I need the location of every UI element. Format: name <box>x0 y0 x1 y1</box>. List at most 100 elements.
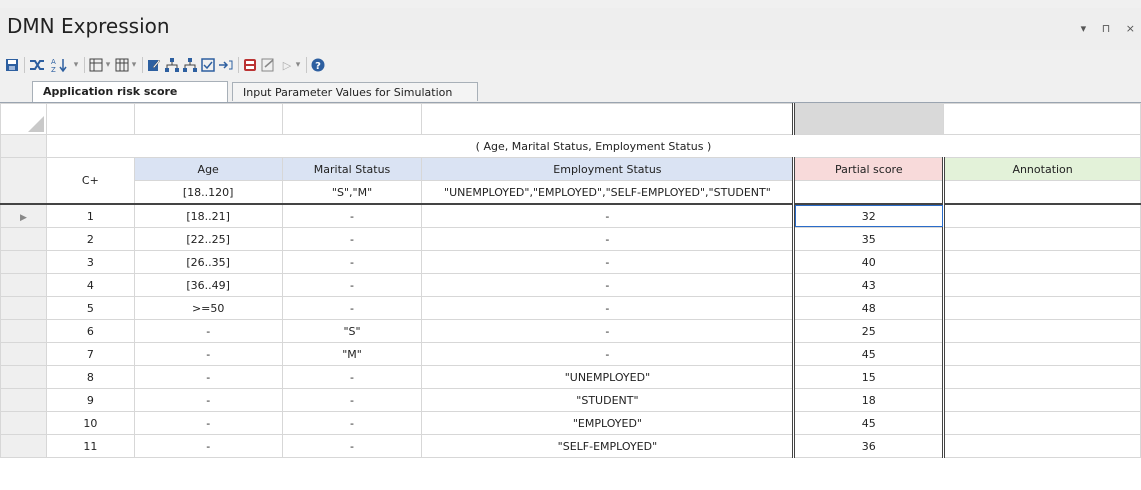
row-header[interactable] <box>0 319 47 343</box>
cell-age[interactable]: [36..49] <box>133 273 283 297</box>
cell-annotation[interactable] <box>942 365 1141 389</box>
cell-partial-score[interactable]: 18 <box>792 388 945 412</box>
table-row[interactable]: 2 [22..25] - - 35 <box>0 227 1141 251</box>
column-header-selected[interactable] <box>792 103 945 135</box>
cell-annotation[interactable] <box>942 388 1141 412</box>
connect-icon[interactable] <box>218 56 234 74</box>
table-row[interactable]: 5 >=50 - - 48 <box>0 296 1141 320</box>
input-expression[interactable]: ( Age, Marital Status, Employment Status… <box>45 134 1141 158</box>
row-header[interactable] <box>0 157 47 205</box>
cell-annotation[interactable] <box>942 227 1141 251</box>
cell-partial-score[interactable]: 43 <box>792 273 945 297</box>
cell-employment-status[interactable]: - <box>421 203 795 228</box>
cell-marital-status[interactable]: "M" <box>281 342 423 366</box>
save-icon[interactable] <box>4 56 20 74</box>
row-header[interactable] <box>0 342 47 366</box>
select-all-corner[interactable] <box>0 103 47 135</box>
cell-marital-status[interactable]: - <box>281 388 423 412</box>
cell-employment-status[interactable]: "UNEMPLOYED" <box>421 365 795 389</box>
hit-policy[interactable]: C+ <box>45 157 135 205</box>
play-icon[interactable]: ▷ <box>280 56 294 74</box>
chevron-down-icon[interactable]: ▾ <box>104 56 112 74</box>
chevron-down-icon[interactable]: ▾ <box>130 56 138 74</box>
input-header-employment-status[interactable]: Employment Status <box>421 157 795 181</box>
cell-partial-score[interactable]: 36 <box>792 434 945 458</box>
allowed-values-employment-status[interactable]: "UNEMPLOYED","EMPLOYED","SELF-EMPLOYED",… <box>421 180 795 205</box>
column-header[interactable] <box>943 103 1141 135</box>
column-header[interactable] <box>45 103 135 135</box>
shuffle-icon[interactable] <box>28 56 46 74</box>
cell-age[interactable]: - <box>133 434 283 458</box>
output-header-partial-score[interactable]: Partial score <box>792 157 945 181</box>
annotation-header[interactable]: Annotation <box>942 157 1141 181</box>
row-header[interactable] <box>0 365 47 389</box>
cell-age[interactable]: - <box>133 319 283 343</box>
cell-partial-score[interactable]: 25 <box>792 319 945 343</box>
input-header-age[interactable]: Age <box>133 157 283 181</box>
table-row[interactable]: 10 - - "EMPLOYED" 45 <box>0 411 1141 435</box>
cell-employment-status[interactable]: - <box>421 273 795 297</box>
cell-marital-status[interactable]: - <box>281 273 423 297</box>
chevron-down-icon[interactable]: ▾ <box>294 56 302 74</box>
cell-partial-score[interactable]: 32 <box>792 203 945 228</box>
cell-marital-status[interactable]: - <box>281 250 423 274</box>
cell-age[interactable]: - <box>133 411 283 435</box>
checklist-icon[interactable] <box>200 56 216 74</box>
insert-column-icon[interactable] <box>114 56 130 74</box>
row-header[interactable] <box>0 411 47 435</box>
table-row[interactable]: 6 - "S" - 25 <box>0 319 1141 343</box>
hierarchy-icon[interactable] <box>164 56 180 74</box>
cell-employment-status[interactable]: - <box>421 296 795 320</box>
table-row[interactable]: 11 - - "SELF-EMPLOYED" 36 <box>0 434 1141 458</box>
row-header[interactable] <box>0 273 47 297</box>
sort-az-icon[interactable]: AZ <box>50 56 72 74</box>
column-header[interactable] <box>421 103 795 135</box>
cell-annotation[interactable] <box>942 296 1141 320</box>
cell-employment-status[interactable]: "EMPLOYED" <box>421 411 795 435</box>
chevron-down-icon[interactable]: ▾ <box>72 56 80 74</box>
cell-age[interactable]: - <box>133 365 283 389</box>
cell-marital-status[interactable]: "S" <box>281 319 423 343</box>
annotation-values[interactable] <box>942 180 1141 205</box>
hierarchy-alt-icon[interactable] <box>182 56 198 74</box>
cell-annotation[interactable] <box>942 273 1141 297</box>
column-header[interactable] <box>281 103 423 135</box>
allowed-values-partial-score[interactable] <box>792 180 945 205</box>
cell-marital-status[interactable]: - <box>281 365 423 389</box>
input-header-marital-status[interactable]: Marital Status <box>281 157 423 181</box>
cell-marital-status[interactable]: - <box>281 203 423 228</box>
cell-partial-score[interactable]: 15 <box>792 365 945 389</box>
cell-employment-status[interactable]: - <box>421 342 795 366</box>
cell-age[interactable]: - <box>133 342 283 366</box>
cell-annotation[interactable] <box>942 203 1141 228</box>
validate-icon[interactable] <box>260 56 276 74</box>
cell-partial-score[interactable]: 45 <box>792 342 945 366</box>
simulation-icon[interactable] <box>242 56 258 74</box>
edit-icon[interactable] <box>146 56 162 74</box>
row-header[interactable] <box>0 296 47 320</box>
cell-employment-status[interactable]: "SELF-EMPLOYED" <box>421 434 795 458</box>
help-icon[interactable]: ? <box>310 56 326 74</box>
window-controls[interactable]: ▾ ⊓ × <box>1081 22 1141 35</box>
cell-employment-status[interactable]: - <box>421 319 795 343</box>
cell-annotation[interactable] <box>942 434 1141 458</box>
cell-partial-score[interactable]: 40 <box>792 250 945 274</box>
cell-annotation[interactable] <box>942 411 1141 435</box>
cell-annotation[interactable] <box>942 319 1141 343</box>
table-row[interactable]: 3 [26..35] - - 40 <box>0 250 1141 274</box>
cell-marital-status[interactable]: - <box>281 227 423 251</box>
tab-application-risk-score-model[interactable]: Application risk score model <box>32 81 228 117</box>
row-header[interactable] <box>0 134 47 158</box>
table-row[interactable]: 9 - - "STUDENT" 18 <box>0 388 1141 412</box>
column-header[interactable] <box>133 103 283 135</box>
row-header[interactable] <box>0 227 47 251</box>
allowed-values-marital-status[interactable]: "S","M" <box>281 180 423 205</box>
table-row[interactable]: 8 - - "UNEMPLOYED" 15 <box>0 365 1141 389</box>
cell-age[interactable]: >=50 <box>133 296 283 320</box>
cell-annotation[interactable] <box>942 342 1141 366</box>
insert-row-icon[interactable] <box>88 56 104 74</box>
allowed-values-age[interactable]: [18..120] <box>133 180 283 205</box>
table-row[interactable]: ▶ 1 [18..21] - - 32 <box>0 203 1141 228</box>
row-header[interactable]: ▶ <box>0 203 47 228</box>
cell-age[interactable]: [22..25] <box>133 227 283 251</box>
